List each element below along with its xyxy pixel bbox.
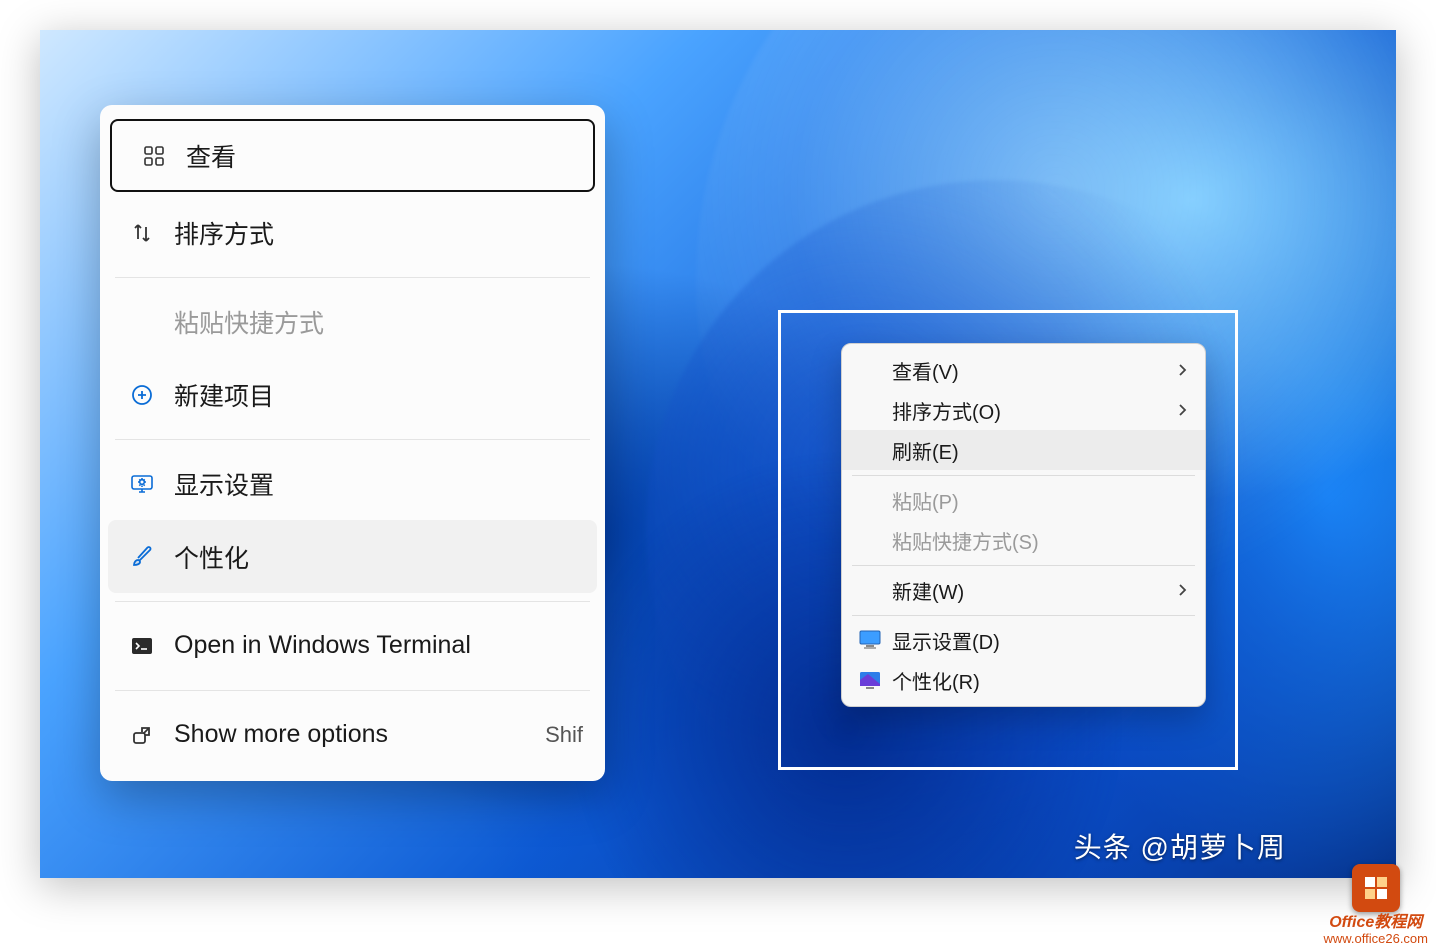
chevron-right-icon <box>1177 403 1187 417</box>
screenshot-frame: 查看 排序方式 粘贴快捷方式 新建项目 <box>40 30 1396 878</box>
menu-item-label: 查看(V) <box>892 356 959 385</box>
menu-separator <box>842 610 1205 620</box>
menu-item-view[interactable]: 查看 <box>110 119 595 192</box>
logo-icon <box>1352 864 1400 912</box>
menu-item-label: 显示设置(D) <box>892 626 1000 655</box>
brush-icon <box>122 545 162 569</box>
menu-item-display-settings[interactable]: 显示设置 <box>100 447 605 520</box>
chevron-right-icon <box>1177 363 1187 377</box>
monitor-icon <box>856 630 884 650</box>
expand-icon <box>122 723 162 747</box>
menu-item-label: 刷新(E) <box>892 436 959 465</box>
menu-separator <box>100 593 605 609</box>
menu-item-label: Show more options <box>174 720 388 749</box>
menu-item-label: 个性化(R) <box>892 666 980 695</box>
context-menu-win11: 查看 排序方式 粘贴快捷方式 新建项目 <box>100 105 605 781</box>
menu-separator <box>842 560 1205 570</box>
menu-item-view[interactable]: 查看(V) <box>842 350 1205 390</box>
menu-item-terminal[interactable]: Open in Windows Terminal <box>100 609 605 682</box>
menu-separator <box>100 431 605 447</box>
menu-item-label: 粘贴快捷方式(S) <box>892 526 1039 555</box>
grid-icon <box>134 144 174 168</box>
menu-item-label: 新建项目 <box>174 377 274 413</box>
menu-item-label: 粘贴(P) <box>892 486 959 515</box>
watermark-credit: 头条 @胡萝卜周 <box>1074 826 1286 866</box>
menu-item-new[interactable]: 新建项目 <box>100 358 605 431</box>
display-settings-icon <box>122 471 162 497</box>
menu-item-label: 粘贴快捷方式 <box>174 304 324 340</box>
plus-circle-icon <box>122 383 162 407</box>
menu-item-label: 排序方式(O) <box>892 396 1001 425</box>
watermark-url: www.office26.com <box>1323 932 1428 946</box>
menu-item-display-settings[interactable]: 显示设置(D) <box>842 620 1205 660</box>
highlight-box: 查看(V) 排序方式(O) 刷新(E) 粘贴(P) <box>778 310 1238 770</box>
menu-item-sort[interactable]: 排序方式(O) <box>842 390 1205 430</box>
menu-item-label: 显示设置 <box>174 466 274 502</box>
context-menu-classic: 查看(V) 排序方式(O) 刷新(E) 粘贴(P) <box>841 343 1206 707</box>
menu-item-label: 查看 <box>186 138 236 174</box>
menu-item-label: 个性化 <box>174 539 249 575</box>
personalize-icon <box>856 670 884 690</box>
menu-separator <box>100 269 605 285</box>
terminal-icon <box>122 634 162 658</box>
menu-item-label: 新建(W) <box>892 576 964 605</box>
sort-icon <box>122 221 162 245</box>
menu-item-label: Open in Windows Terminal <box>174 631 471 660</box>
watermark-title: Office教程网 <box>1323 914 1428 932</box>
menu-item-refresh[interactable]: 刷新(E) <box>842 430 1205 470</box>
menu-item-personalize[interactable]: 个性化 <box>108 520 597 593</box>
menu-separator <box>100 682 605 698</box>
menu-item-label: 排序方式 <box>174 215 274 251</box>
menu-item-new[interactable]: 新建(W) <box>842 570 1205 610</box>
menu-separator <box>842 470 1205 480</box>
site-watermark: Office教程网 www.office26.com <box>1323 864 1428 946</box>
menu-item-more-options[interactable]: Show more options Shif <box>100 698 605 771</box>
menu-item-personalize[interactable]: 个性化(R) <box>842 660 1205 700</box>
menu-item-paste-shortcut: 粘贴快捷方式(S) <box>842 520 1205 560</box>
menu-item-paste-shortcut: 粘贴快捷方式 <box>100 285 605 358</box>
menu-item-paste: 粘贴(P) <box>842 480 1205 520</box>
chevron-right-icon <box>1177 583 1187 597</box>
menu-item-shortcut: Shif <box>545 722 583 748</box>
menu-item-sort[interactable]: 排序方式 <box>100 196 605 269</box>
